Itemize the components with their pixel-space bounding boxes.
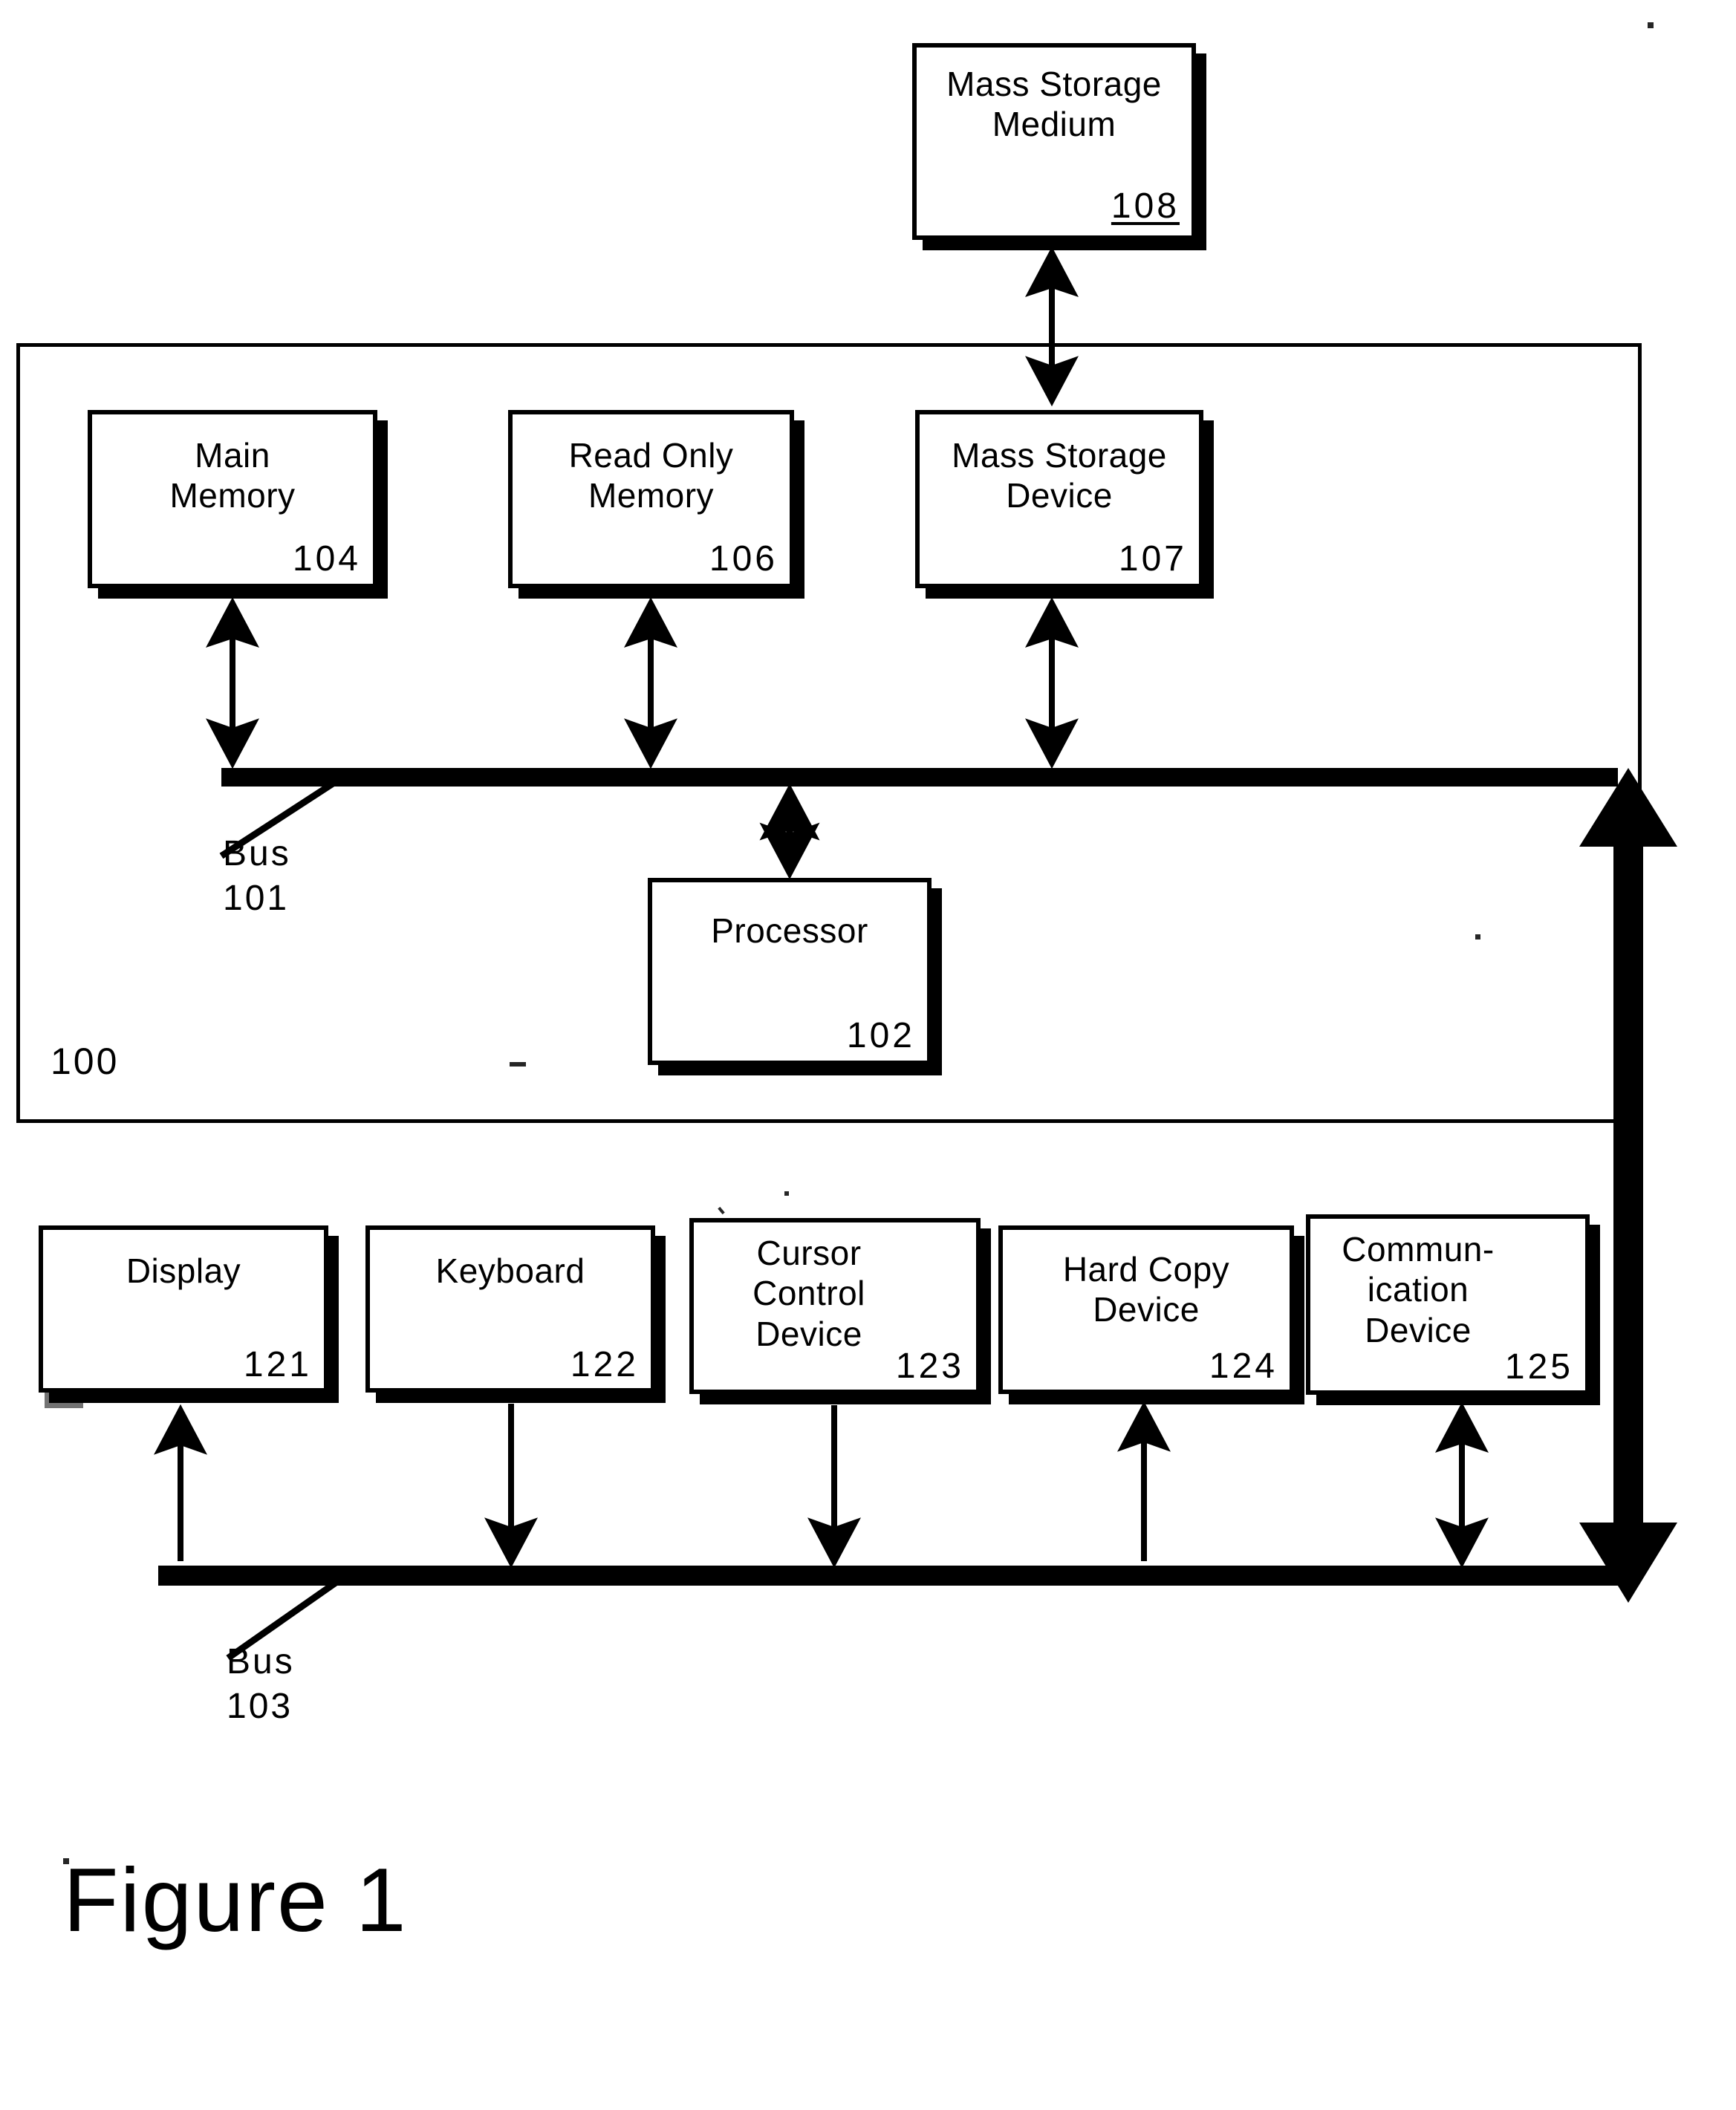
figure-caption: Figure 1	[63, 1849, 408, 1950]
bus-label-103: Bus 103	[227, 1642, 295, 1726]
scan-speck	[1475, 934, 1480, 940]
block-mass-storage-device[interactable]: Mass Storage Device 107	[915, 410, 1203, 588]
block-display[interactable]: Display 121	[39, 1225, 328, 1393]
block-title-display: Display	[126, 1251, 241, 1290]
block-main-memory[interactable]: Main Memory 104	[88, 410, 377, 588]
block-number-122: 122	[570, 1345, 639, 1384]
bus-label-101: Bus 101	[223, 834, 291, 918]
block-number-121: 121	[243, 1345, 312, 1384]
block-title-mass-storage-device: Mass Storage Device	[952, 436, 1167, 515]
block-number-102: 102	[846, 1016, 915, 1055]
bus-bar-101	[221, 768, 1618, 787]
block-number-108: 108	[1111, 186, 1180, 226]
scan-speck	[784, 1191, 789, 1196]
block-mass-storage-medium[interactable]: Mass Storage Medium 108	[912, 43, 1196, 240]
block-cursor-control-device[interactable]: Cursor Control Device 123	[689, 1218, 981, 1394]
block-number-124: 124	[1209, 1347, 1278, 1386]
system-label-100: 100	[51, 1041, 120, 1082]
block-number-107: 107	[1118, 539, 1187, 579]
block-title-main-memory: Main Memory	[169, 436, 296, 515]
scan-speck	[45, 1389, 83, 1408]
bus-bar-103	[158, 1566, 1623, 1586]
block-title-communication-device: Commun- ication Device	[1342, 1230, 1495, 1349]
patent-figure-page: 100 Mass Storage Medium 108 Main Memory …	[0, 0, 1736, 2110]
block-title-mass-storage-medium: Mass Storage Medium	[946, 65, 1162, 144]
block-processor[interactable]: Processor 102	[648, 878, 932, 1065]
block-title-read-only-memory: Read Only Memory	[568, 436, 734, 515]
scan-speck	[718, 1206, 725, 1215]
block-number-106: 106	[709, 539, 778, 579]
scan-speck	[510, 1062, 526, 1067]
block-communication-device[interactable]: Commun- ication Device 125	[1306, 1214, 1590, 1395]
block-title-cursor-control-device: Cursor Control Device	[752, 1234, 865, 1353]
scan-speck	[63, 1858, 69, 1864]
block-number-125: 125	[1504, 1347, 1573, 1387]
block-number-104: 104	[292, 539, 361, 579]
block-number-123: 123	[895, 1347, 964, 1386]
block-title-processor: Processor	[711, 911, 868, 950]
scan-speck	[1648, 22, 1654, 28]
block-read-only-memory[interactable]: Read Only Memory 106	[508, 410, 794, 588]
block-hard-copy-device[interactable]: Hard Copy Device 124	[998, 1225, 1294, 1394]
block-keyboard[interactable]: Keyboard 122	[365, 1225, 655, 1393]
block-title-keyboard: Keyboard	[435, 1251, 585, 1290]
block-title-hard-copy-device: Hard Copy Device	[1062, 1250, 1230, 1329]
